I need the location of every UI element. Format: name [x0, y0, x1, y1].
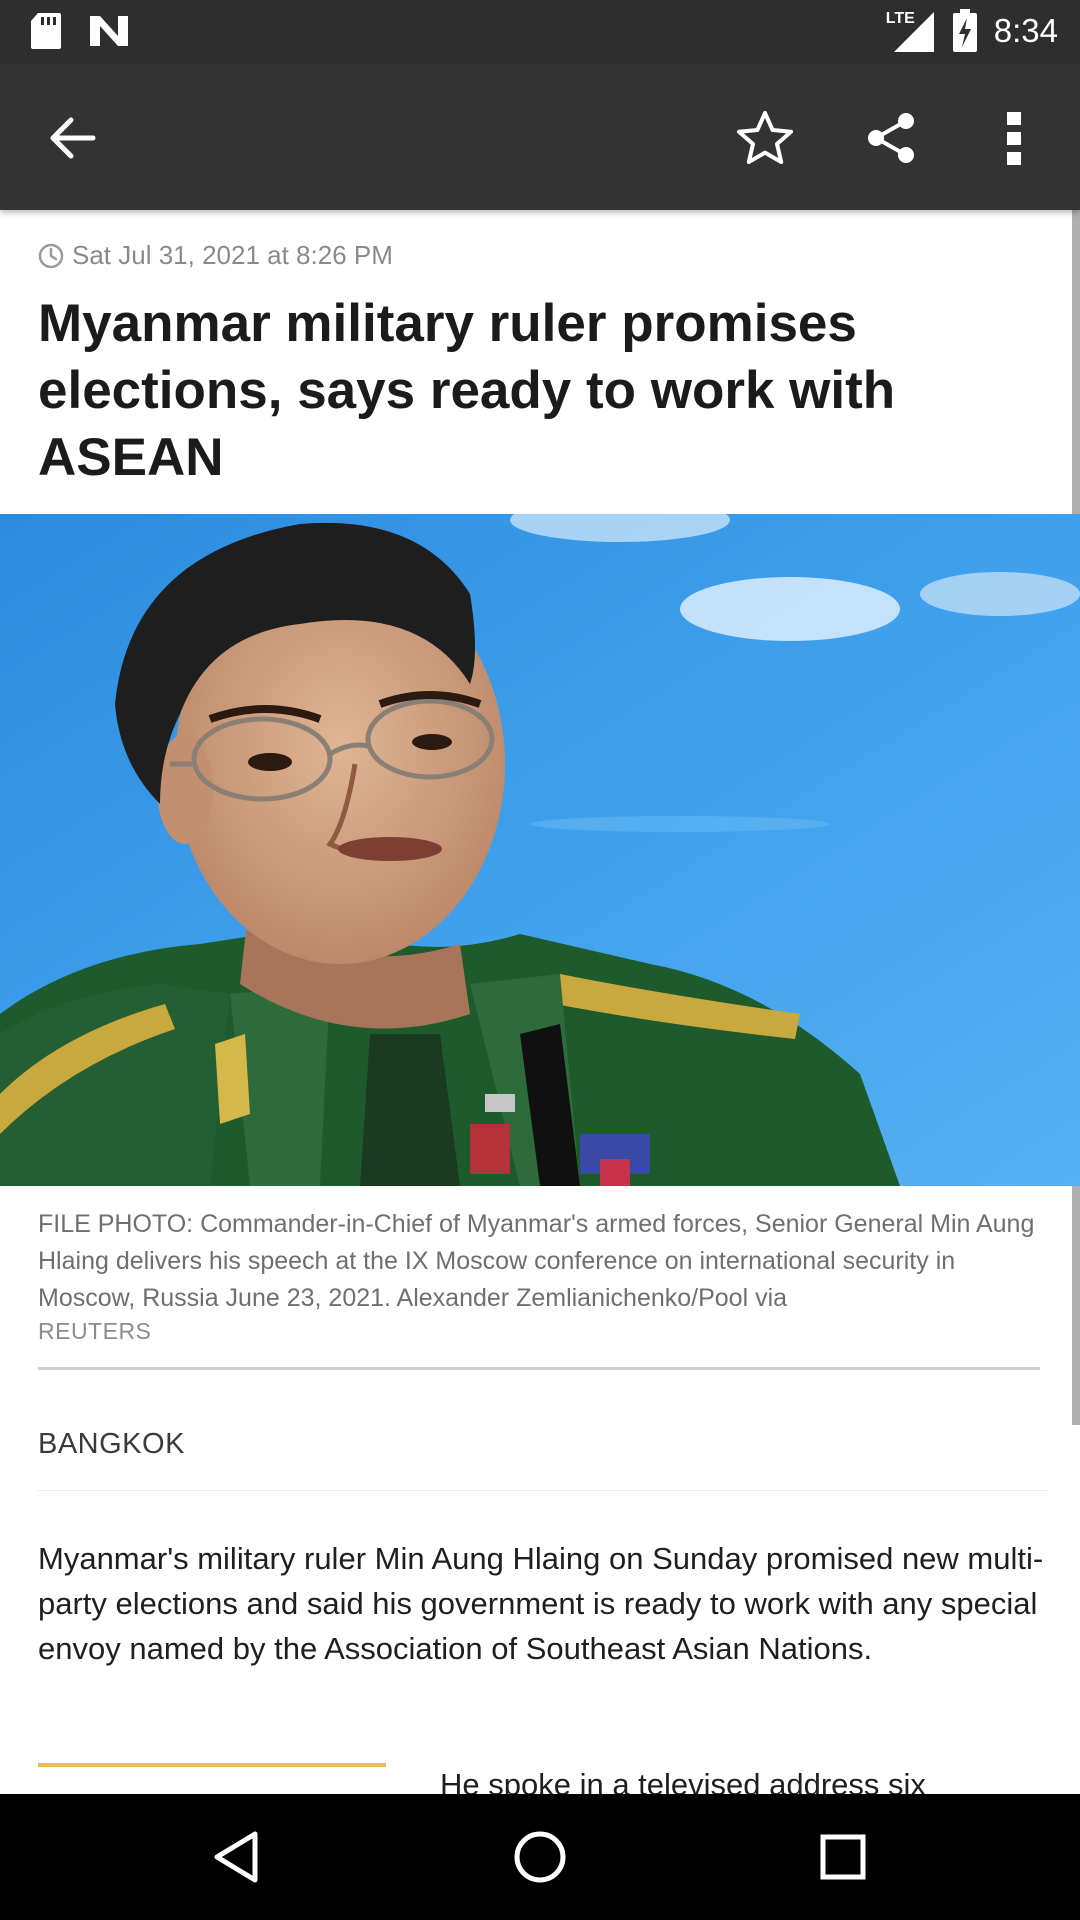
article-content[interactable]: Sat Jul 31, 2021 at 8:26 PM Myanmar mili… [0, 210, 1080, 1794]
share-button[interactable] [857, 104, 925, 172]
status-left-icons [30, 12, 130, 50]
n-app-icon [90, 16, 128, 46]
share-icon [868, 113, 914, 163]
more-vert-icon [1007, 112, 1021, 165]
back-arrow-icon [50, 117, 96, 159]
dateline-divider [38, 1490, 1048, 1491]
back-triangle-icon [214, 1831, 258, 1883]
status-right-icons: LTE 8:34 [885, 8, 1058, 54]
clock-icon [38, 243, 64, 268]
navigation-bar [0, 1794, 1080, 1920]
sd-card-icon [31, 13, 61, 49]
nav-back-button[interactable] [203, 1824, 269, 1890]
recents-square-icon [820, 1834, 866, 1880]
article-timestamp: Sat Jul 31, 2021 at 8:26 PM [38, 240, 393, 271]
bookmark-button[interactable] [731, 104, 799, 172]
article-paragraph-1: Myanmar's military ruler Min Aung Hlaing… [38, 1541, 1044, 1666]
back-button[interactable] [38, 104, 106, 172]
app-bar [0, 64, 1080, 210]
article-paragraph-2: He spoke in a televised address six [440, 1767, 926, 1794]
status-bar: LTE 8:34 [0, 0, 1080, 64]
article-headline: Myanmar military ruler promises election… [38, 294, 896, 487]
battery-charging-icon [952, 9, 977, 52]
network-type-label: LTE [885, 10, 917, 28]
nav-recents-button[interactable] [810, 1824, 876, 1890]
clock: 8:34 [993, 12, 1058, 49]
photo-caption: FILE PHOTO: Commander-in-Chief of Myanma… [38, 1210, 1035, 1312]
timestamp-text: Sat Jul 31, 2021 at 8:26 PM [72, 240, 393, 270]
star-icon [737, 111, 793, 164]
photo-image [0, 514, 1080, 1186]
signal-icon: LTE [885, 8, 936, 54]
caption-divider [38, 1367, 1040, 1370]
photo-credit: REUTERS [38, 1318, 152, 1344]
article-dateline: BANGKOK [38, 1428, 185, 1460]
more-options-button[interactable] [980, 104, 1048, 172]
article-photo[interactable] [0, 514, 1080, 1186]
accent-rule [38, 1763, 386, 1767]
nav-home-button[interactable] [507, 1824, 573, 1890]
home-circle-icon [514, 1831, 566, 1883]
